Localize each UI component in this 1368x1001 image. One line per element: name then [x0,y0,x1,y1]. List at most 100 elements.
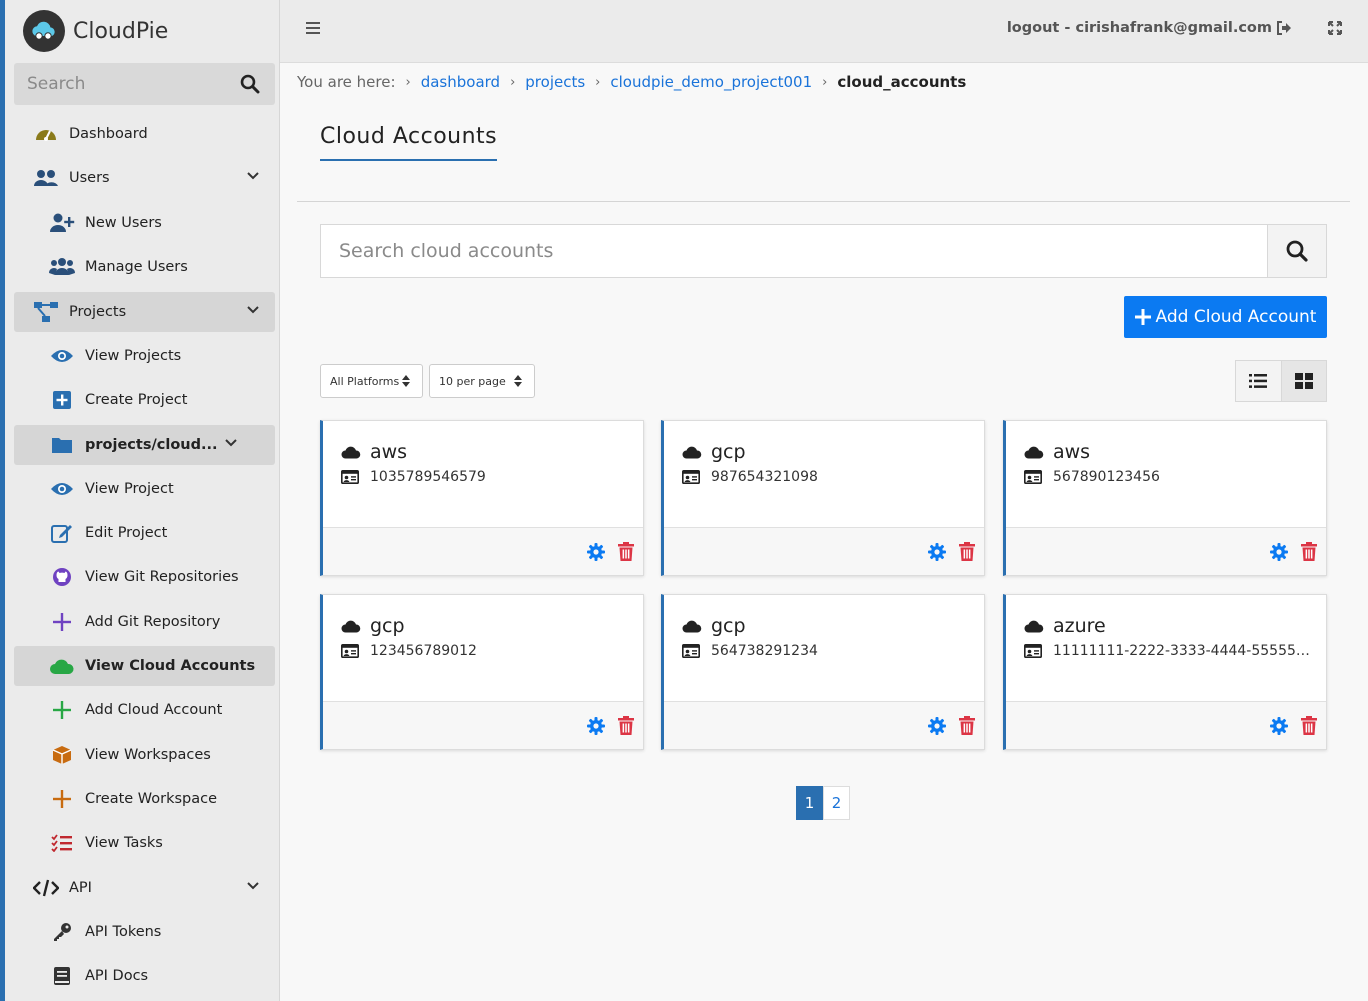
delete-trash-icon[interactable] [1301,542,1317,561]
github-icon [48,567,76,587]
sidebar-item-new-users[interactable]: New Users [14,203,275,243]
delete-trash-icon[interactable] [618,542,634,561]
settings-gear-icon[interactable] [587,543,605,561]
platform-filter-select[interactable]: All Platforms [320,364,423,398]
sort-icon [402,375,410,387]
cloud-account-card[interactable]: azure 11111111-2222-3333-4444-55555555... [1003,594,1327,750]
account-id: 567890123456 [1053,469,1160,485]
cloud-icon [1024,619,1044,633]
sidebar-item-label: Edit Project [85,525,168,541]
tachometer-icon [32,124,60,144]
fullscreen-icon[interactable] [1328,21,1342,35]
sidebar-item-manage-users[interactable]: Manage Users [14,247,275,287]
sidebar-item-current-project[interactable]: projects/cloud... [14,425,275,465]
chevron-down-icon [225,439,237,447]
delete-trash-icon[interactable] [959,542,975,561]
sidebar-item-label: View Cloud Accounts [85,658,256,674]
sidebar-item-label: Create Project [85,392,188,408]
sidebar-item-label: Add Git Repository [85,614,221,630]
sidebar: CloudPie Search Dashboard Users New User… [0,0,280,1001]
cloud-account-card[interactable]: aws 567890123456 [1003,420,1327,576]
list-view-button[interactable] [1236,361,1281,401]
search-input[interactable] [321,225,1267,277]
sidebar-item-view-project[interactable]: View Project [14,469,275,509]
search-button[interactable] [1267,225,1326,277]
sidebar-item-view-git-repositories[interactable]: View Git Repositories [14,557,275,597]
cloud-account-card[interactable]: gcp 987654321098 [661,420,985,576]
card-footer [1006,527,1326,575]
sidebar-item-label: View Tasks [85,835,163,851]
per-page-select[interactable]: 10 per page [429,364,535,398]
sidebar-item-projects[interactable]: Projects [14,292,275,332]
cloud-account-card[interactable]: aws 1035789546579 [320,420,644,576]
settings-gear-icon[interactable] [928,543,946,561]
delete-trash-icon[interactable] [1301,716,1317,735]
sidebar-item-label: Projects [69,304,127,320]
code-icon [32,879,60,897]
id-card-icon [1024,644,1042,658]
sidebar-item-add-git-repository[interactable]: Add Git Repository [14,602,275,642]
settings-gear-icon[interactable] [587,717,605,735]
sidebar-search[interactable]: Search [14,63,275,105]
page-1-button[interactable]: 1 [796,786,823,820]
book-icon [48,966,76,986]
id-card-icon [341,470,359,484]
sidebar-item-label: projects/cloud... [85,437,218,453]
add-cloud-account-button[interactable]: Add Cloud Account [1124,296,1327,338]
breadcrumb-project[interactable]: cloudpie_demo_project001 [610,73,812,91]
card-footer [323,701,643,749]
topbar: logout - cirishafrank@gmail.com [280,0,1368,63]
settings-gear-icon[interactable] [1270,543,1288,561]
chevron-down-icon [247,306,259,314]
page-2-button[interactable]: 2 [823,786,850,820]
delete-trash-icon[interactable] [618,716,634,735]
plus-icon [48,701,76,719]
breadcrumb-dashboard[interactable]: dashboard [421,73,500,91]
add-cloud-account-label: Add Cloud Account [1155,307,1317,327]
sidebar-item-users[interactable]: Users [14,158,275,198]
breadcrumb-separator: › [510,74,516,90]
sidebar-item-add-cloud-account[interactable]: Add Cloud Account [14,690,275,730]
sidebar-item-dashboard[interactable]: Dashboard [14,114,275,154]
cloud-accounts-search [320,224,1327,278]
sidebar-item-label: View Git Repositories [85,569,239,585]
sidebar-search-input[interactable]: Search [27,74,240,94]
sidebar-item-view-projects[interactable]: View Projects [14,336,275,376]
cloud-account-card[interactable]: gcp 564738291234 [661,594,985,750]
project-diagram-icon [32,301,60,323]
sidebar-item-edit-project[interactable]: Edit Project [14,513,275,553]
platform-name: gcp [711,441,746,463]
cloud-account-card[interactable]: gcp 123456789012 [320,594,644,750]
delete-trash-icon[interactable] [959,716,975,735]
sidebar-item-view-tasks[interactable]: View Tasks [14,823,275,863]
sidebar-item-api-docs[interactable]: API Docs [14,956,275,996]
cloud-icon [341,619,361,633]
cloud-icon [682,445,702,459]
breadcrumb: You are here: › dashboard › projects › c… [297,72,966,92]
logout-link[interactable]: logout - cirishafrank@gmail.com [1007,20,1292,36]
plus-icon [48,790,76,808]
card-header: gcp [682,441,746,463]
grid-view-button[interactable] [1280,361,1326,401]
edit-icon [48,523,76,543]
card-footer [1006,701,1326,749]
app-logo[interactable]: CloudPie [23,10,168,52]
sidebar-item-view-cloud-accounts[interactable]: View Cloud Accounts [14,646,275,686]
chevron-down-icon [247,882,259,890]
id-card-icon [682,644,700,658]
menu-toggle-icon[interactable] [306,22,320,34]
account-id-row: 123456789012 [341,643,631,659]
sidebar-item-api-tokens[interactable]: API Tokens [14,912,275,952]
settings-gear-icon[interactable] [1270,717,1288,735]
card-header: azure [1024,615,1106,637]
user-plus-icon [48,213,76,233]
sidebar-item-view-workspaces[interactable]: View Workspaces [14,735,275,775]
sidebar-item-api[interactable]: API [14,868,275,908]
settings-gear-icon[interactable] [928,717,946,735]
sidebar-item-create-workspace[interactable]: Create Workspace [14,779,275,819]
cloud-icon [48,657,76,675]
sort-icon [514,375,522,387]
breadcrumb-projects[interactable]: projects [525,73,585,91]
search-icon[interactable] [240,74,260,94]
sidebar-item-create-project[interactable]: Create Project [14,380,275,420]
